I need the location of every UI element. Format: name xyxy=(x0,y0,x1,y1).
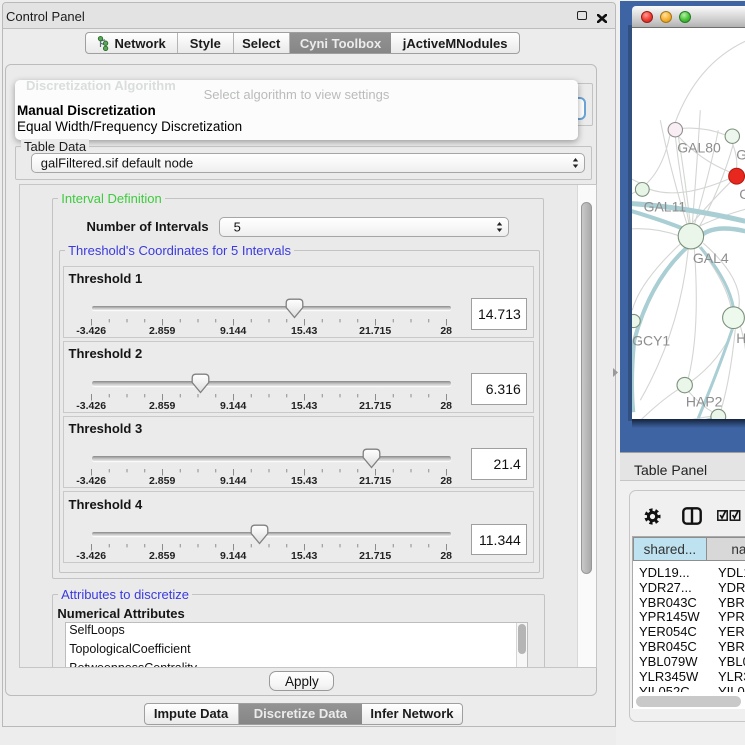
svg-text:GAL11: GAL11 xyxy=(643,198,686,214)
svg-text:HAP2: HAP2 xyxy=(686,393,723,409)
svg-text:C: C xyxy=(739,186,745,202)
svg-text:GAL80: GAL80 xyxy=(677,139,721,155)
svg-text:GAL4: GAL4 xyxy=(693,250,729,266)
svg-text:HI: HI xyxy=(736,330,745,346)
svg-text:GCY1: GCY1 xyxy=(632,332,670,348)
svg-text:GA: GA xyxy=(736,146,745,162)
